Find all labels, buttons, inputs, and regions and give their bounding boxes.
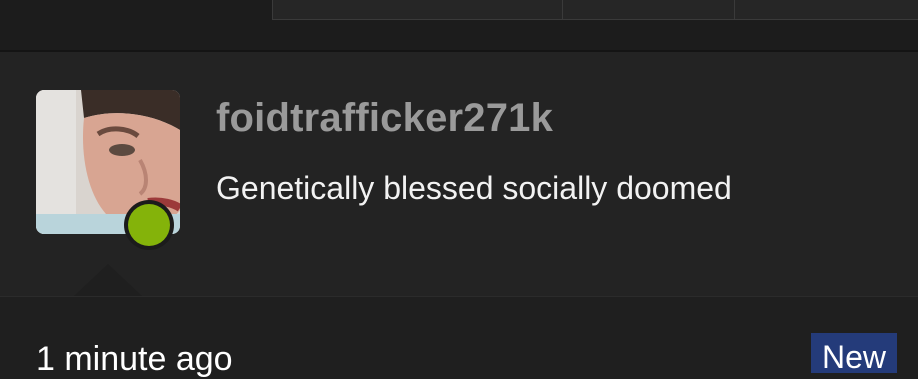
card-pointer xyxy=(74,264,142,296)
post-timestamp: 1 minute ago xyxy=(36,340,233,378)
tab-2[interactable] xyxy=(563,0,735,19)
profile-card: foidtrafficker271k Genetically blessed s… xyxy=(0,52,918,296)
tab-strip xyxy=(272,0,918,20)
tab-3[interactable] xyxy=(735,0,918,19)
online-status-indicator xyxy=(124,200,174,250)
user-bio: Genetically blessed socially doomed xyxy=(216,170,732,206)
username[interactable]: foidtrafficker271k xyxy=(216,96,553,141)
top-bar xyxy=(0,0,918,50)
new-badge: New xyxy=(811,333,897,375)
tab-1[interactable] xyxy=(273,0,563,19)
